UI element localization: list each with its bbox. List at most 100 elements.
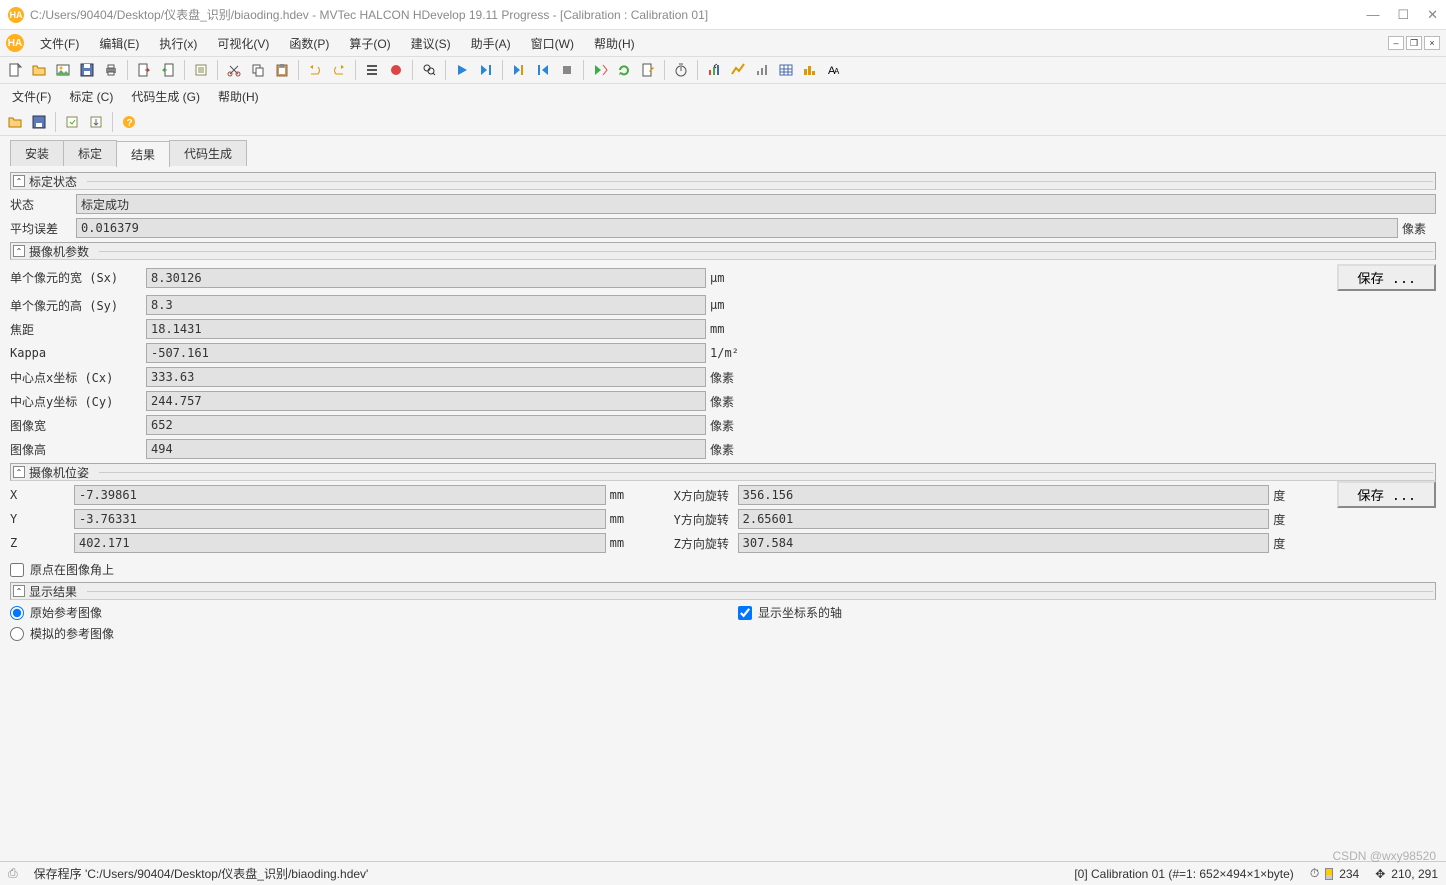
- menu-window[interactable]: 窗口(W): [523, 32, 582, 55]
- pose-unit: 度: [1273, 487, 1307, 504]
- maximize-button[interactable]: ☐: [1397, 7, 1409, 23]
- menu-assist[interactable]: 助手(A): [463, 32, 519, 55]
- param-value: 8.30126: [146, 268, 706, 288]
- param-unit: 像素: [710, 369, 744, 386]
- reset-icon[interactable]: [613, 59, 635, 81]
- status-message: 保存程序 'C:/Users/90404/Desktop/仪表盘_识别/biao…: [34, 865, 1059, 882]
- collapse-icon[interactable]: ⌃: [13, 466, 25, 478]
- param-label: 图像宽: [10, 417, 142, 434]
- find-icon[interactable]: [418, 59, 440, 81]
- menu-edit[interactable]: 编辑(E): [91, 32, 147, 55]
- param-unit: 像素: [710, 441, 744, 458]
- show-axes-checkbox[interactable]: [738, 606, 752, 620]
- export-icon[interactable]: [133, 59, 155, 81]
- param-label: 图像高: [10, 441, 142, 458]
- param-unit: 1/m²: [710, 346, 744, 360]
- pose-value: -7.39861: [74, 485, 606, 505]
- pose-value: 307.584: [738, 533, 1270, 553]
- open-file-icon[interactable]: [4, 111, 26, 133]
- new-icon[interactable]: [4, 59, 26, 81]
- table-icon[interactable]: [775, 59, 797, 81]
- undo-icon[interactable]: [304, 59, 326, 81]
- collapse-icon[interactable]: ⌃: [13, 585, 25, 597]
- menu-func[interactable]: 函数(P): [281, 32, 337, 55]
- print-icon[interactable]: [100, 59, 122, 81]
- group-cam-params: ⌃ 摄像机参数: [10, 242, 1436, 260]
- submenu-codegen[interactable]: 代码生成 (G): [127, 86, 204, 107]
- help-icon[interactable]: ?: [118, 111, 140, 133]
- properties-icon[interactable]: [190, 59, 212, 81]
- menu-suggest[interactable]: 建议(S): [403, 32, 459, 55]
- cut-icon[interactable]: [223, 59, 245, 81]
- minimize-button[interactable]: —: [1366, 7, 1379, 23]
- timer-icon[interactable]: [670, 59, 692, 81]
- param-unit: mm: [710, 322, 744, 336]
- save-params-button[interactable]: 保存 ...: [1337, 264, 1436, 291]
- mdi-minimize-button[interactable]: –: [1388, 36, 1404, 50]
- pose-label: Y: [10, 512, 70, 526]
- param-value: 333.63: [146, 367, 706, 387]
- menu-visual[interactable]: 可视化(V): [209, 32, 277, 55]
- save-file-icon[interactable]: [28, 111, 50, 133]
- copy-icon[interactable]: [247, 59, 269, 81]
- pose-unit: mm: [610, 536, 644, 550]
- collapse-icon[interactable]: ⌃: [13, 175, 25, 187]
- save-icon[interactable]: [76, 59, 98, 81]
- redo-icon[interactable]: [328, 59, 350, 81]
- param-label: 中心点x坐标 (Cx): [10, 369, 142, 386]
- open-icon[interactable]: [28, 59, 50, 81]
- import-icon[interactable]: [157, 59, 179, 81]
- submenu-calib[interactable]: 标定 (C): [65, 86, 117, 107]
- menu-oper[interactable]: 算子(O): [341, 32, 398, 55]
- origin-corner-checkbox[interactable]: [10, 563, 24, 577]
- list-icon[interactable]: [361, 59, 383, 81]
- param-unit: 像素: [710, 417, 744, 434]
- collapse-icon[interactable]: ⌃: [13, 245, 25, 257]
- menu-file[interactable]: 文件(F): [32, 32, 87, 55]
- run-to-icon[interactable]: [589, 59, 611, 81]
- sim-ref-radio[interactable]: [10, 627, 24, 641]
- state-value: 标定成功: [76, 194, 1436, 214]
- statusbar: ⎙ 保存程序 'C:/Users/90404/Desktop/仪表盘_识别/bi…: [0, 861, 1446, 885]
- breakpoint-icon[interactable]: [385, 59, 407, 81]
- text-icon[interactable]: AA: [823, 59, 845, 81]
- pose-unit: mm: [610, 488, 644, 502]
- param-label: 中心点y坐标 (Cy): [10, 393, 142, 410]
- mdi-restore-button[interactable]: ❐: [1406, 36, 1422, 50]
- save-params-icon[interactable]: [85, 111, 107, 133]
- menubar: HA 文件(F) 编辑(E) 执行(x) 可视化(V) 函数(P) 算子(O) …: [0, 30, 1446, 56]
- tab-install[interactable]: 安装: [10, 140, 64, 166]
- tab-result[interactable]: 结果: [116, 141, 170, 167]
- step-over-icon[interactable]: [508, 59, 530, 81]
- param-unit: μm: [710, 298, 744, 312]
- submenu-file[interactable]: 文件(F): [8, 86, 55, 107]
- graph3-icon[interactable]: [751, 59, 773, 81]
- step-icon[interactable]: [475, 59, 497, 81]
- tab-calibrate[interactable]: 标定: [63, 140, 117, 166]
- menu-exec[interactable]: 执行(x): [151, 32, 205, 55]
- stop-icon[interactable]: [556, 59, 578, 81]
- menu-help[interactable]: 帮助(H): [586, 32, 643, 55]
- close-button[interactable]: ✕: [1427, 7, 1438, 23]
- load-params-icon[interactable]: [61, 111, 83, 133]
- svg-text:A: A: [834, 67, 840, 76]
- step-back-icon[interactable]: [532, 59, 554, 81]
- state-label: 状态: [10, 196, 72, 213]
- paste-icon[interactable]: [271, 59, 293, 81]
- submenu-help[interactable]: 帮助(H): [214, 86, 263, 107]
- open-image-icon[interactable]: [52, 59, 74, 81]
- graph1-icon[interactable]: [703, 59, 725, 81]
- param-value: -507.161: [146, 343, 706, 363]
- tab-row: 安装 标定 结果 代码生成: [0, 136, 1446, 166]
- graph2-icon[interactable]: [727, 59, 749, 81]
- histogram-icon[interactable]: [799, 59, 821, 81]
- edit-code-icon[interactable]: [637, 59, 659, 81]
- pose-label: Y方向旋转: [674, 511, 734, 528]
- origin-corner-label: 原点在图像角上: [30, 561, 114, 578]
- run-icon[interactable]: [451, 59, 473, 81]
- orig-ref-radio[interactable]: [10, 606, 24, 620]
- mdi-close-button[interactable]: ×: [1424, 36, 1440, 50]
- app-icon: HA: [8, 7, 24, 23]
- save-pose-button[interactable]: 保存 ...: [1337, 481, 1436, 508]
- tab-codegen[interactable]: 代码生成: [169, 140, 247, 166]
